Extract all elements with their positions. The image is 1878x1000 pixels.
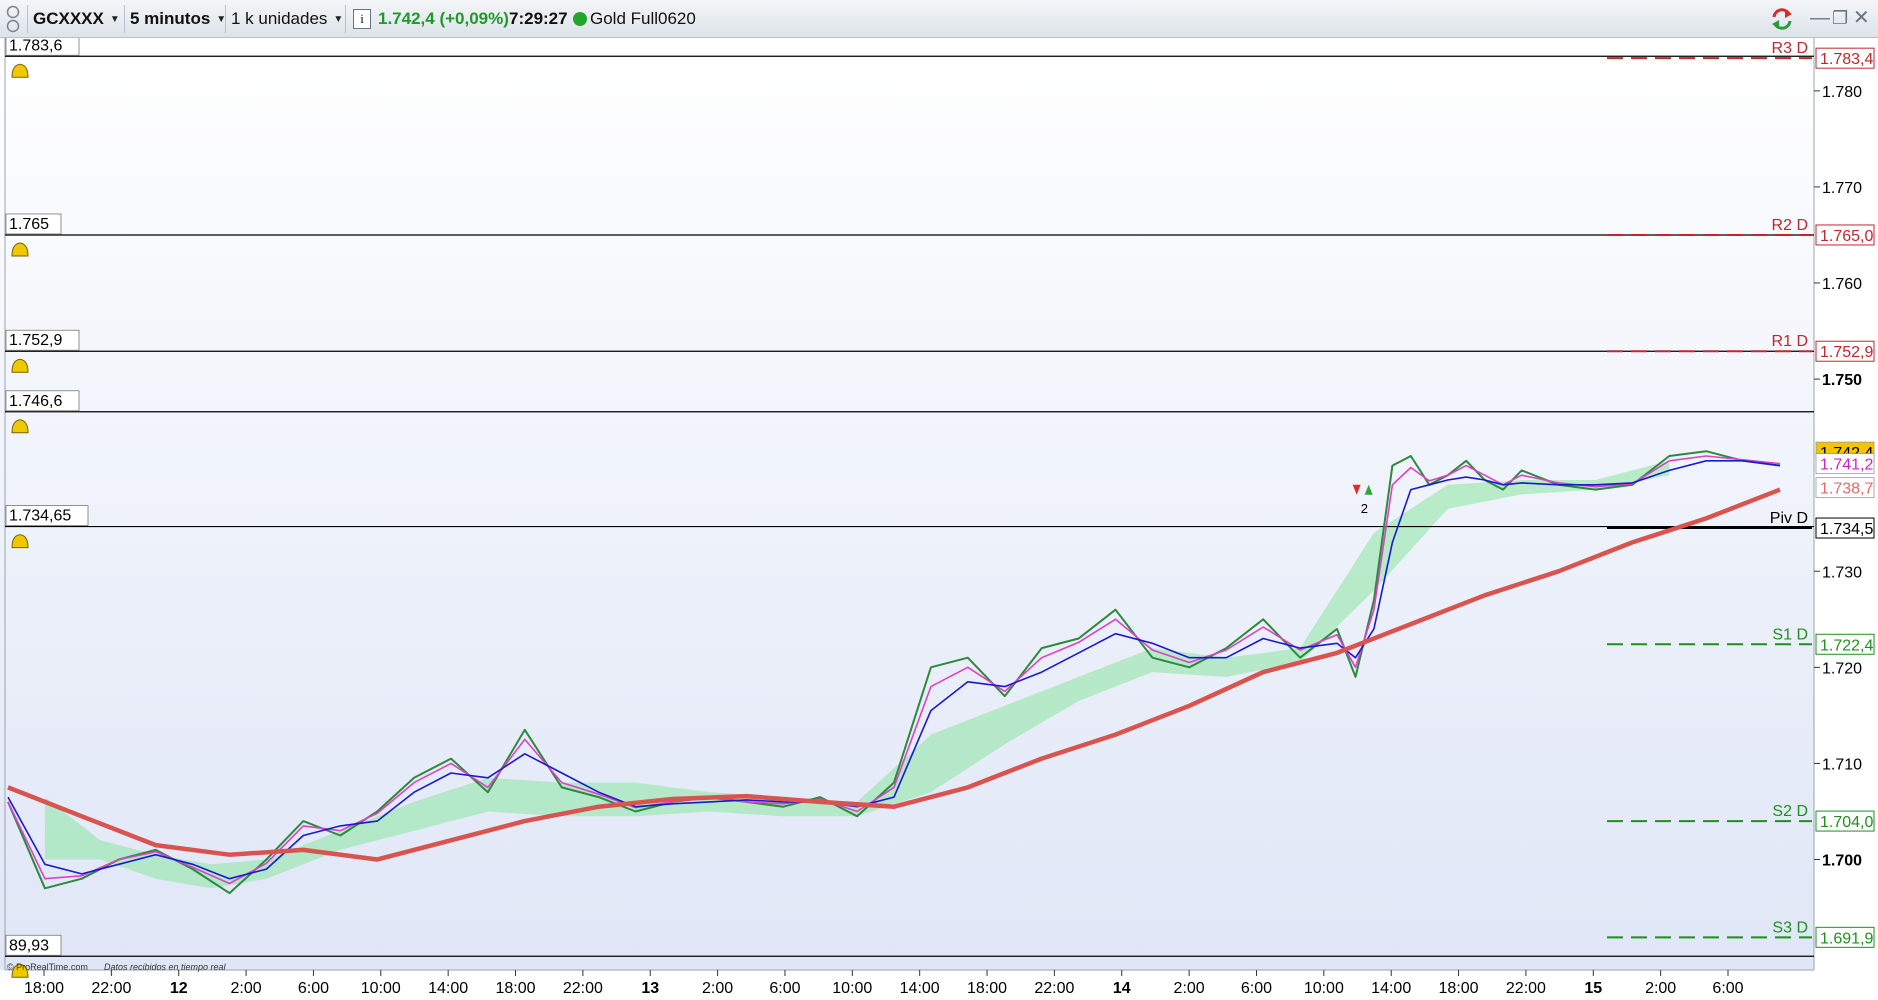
price-chart[interactable]: 1.783,61.7651.752,91.746,61.734,6589,93 … [0,38,1878,1000]
alert-label: 1.752,9 [9,332,62,349]
x-tick-label: 22:00 [91,980,131,997]
pivot-name: S2 D [1772,803,1808,820]
time-axis: 18:00 22:00 12 2:00 6:00 10:00 14:00 18:00 22:00… [24,970,1744,997]
alert-label: 1.734,65 [9,508,71,525]
symbol-label: GCXXXX [33,9,104,28]
x-tick-label: 6:00 [298,980,329,997]
x-tick-label: 18:00 [967,980,1007,997]
symbol-selector[interactable]: GCXXXX ▼ [33,6,120,32]
y-tick-label: 1.770 [1822,180,1862,197]
pivot-value: 1.691,9 [1820,930,1873,947]
y-tick-label: 1.730 [1822,564,1862,581]
x-tick-label: 14 [1113,980,1131,997]
x-tick-label: 14:00 [900,980,940,997]
x-tick-label: 2:00 [702,980,733,997]
price-change: 1.742,4 (+0,09%) [378,9,509,28]
restore-icon[interactable]: ❐ [1832,6,1848,30]
y-tick-label: 1.750 [1822,372,1862,389]
minimize-icon[interactable]: — [1810,6,1830,30]
x-tick-label: 10:00 [832,980,872,997]
pivot-value: 1.752,9 [1820,344,1873,361]
x-tick-label: 18:00 [24,980,64,997]
chart-toolbar: GCXXXX ▼ 5 minutos ▼ 1 k unidades ▼ i 1.742… [0,0,1878,38]
close-icon[interactable]: ✕ [1853,6,1870,30]
x-tick-label: 15 [1584,980,1602,997]
footer-status: Datos recibidos en tiempo real [104,962,227,972]
grip-icon[interactable] [5,3,21,35]
refresh-icon[interactable] [1769,6,1795,32]
alert-label: 1.746,6 [9,393,62,410]
timeframe-selector[interactable]: 5 minutos ▼ [130,6,226,32]
x-tick-label: 22:00 [1506,980,1546,997]
x-tick-label: 6:00 [1712,980,1743,997]
footer-credit: © ProRealTime.com [7,962,88,972]
alert-label: 1.783,6 [9,38,62,54]
price-badge-label: 1.738,7 [1820,481,1873,498]
pivot-name: R1 D [1772,333,1808,350]
y-tick-label: 1.700 [1822,853,1862,870]
pivot-value: 1.704,0 [1820,814,1873,831]
price-axis: 1.780 1.770 1.760 1.750 1.730 1.720 1.710 1.700 [1814,84,1862,870]
contract-label: Gold Full0620 [590,9,696,28]
x-tick-label: 12 [170,980,188,997]
x-tick-label: 2:00 [1174,980,1205,997]
price-badges: 1.742,41.741,21.738,7 [1815,441,1875,499]
units-label: 1 k unidades [231,9,328,28]
dropdown-icon: ▼ [333,13,344,25]
y-tick-label: 1.780 [1822,84,1862,101]
x-tick-label: 6:00 [1241,980,1272,997]
pivot-value: 1.765,0 [1820,228,1873,245]
pivot-name: R3 D [1772,40,1808,57]
pivot-value: 1.783,4 [1820,51,1873,68]
plot-background [0,38,1814,970]
clock-time: 7:29:27 [509,9,568,28]
alert-label: 1.765 [9,216,49,233]
y-tick-label: 1.710 [1822,756,1862,773]
pivot-name: S3 D [1772,919,1808,936]
units-selector[interactable]: 1 k unidades ▼ [231,6,343,32]
dropdown-icon: ▼ [109,13,120,25]
x-tick-label: 14:00 [428,980,468,997]
info-icon[interactable]: i [353,9,371,29]
y-tick-label: 1.720 [1822,660,1862,677]
pivot-name: Piv D [1770,510,1808,527]
timeframe-label: 5 minutos [130,9,211,28]
pivot-name: S1 D [1772,626,1808,643]
x-tick-label: 2:00 [231,980,262,997]
alert-label: 89,93 [9,937,49,954]
x-tick-label: 10:00 [1304,980,1344,997]
pivot-name: R2 D [1772,217,1808,234]
trade-count: 2 [1361,501,1368,516]
x-tick-label: 18:00 [1439,980,1479,997]
x-tick-label: 2:00 [1645,980,1676,997]
y-tick-label: 1.760 [1822,276,1862,293]
x-tick-label: 13 [641,980,659,997]
x-tick-label: 22:00 [563,980,603,997]
x-tick-label: 22:00 [1034,980,1074,997]
pivot-value: 1.722,4 [1820,637,1873,654]
price-badge-label: 1.741,2 [1820,457,1873,474]
status-dot [573,12,587,26]
x-tick-label: 6:00 [769,980,800,997]
pivot-value: 1.734,5 [1820,521,1873,538]
x-tick-label: 10:00 [361,980,401,997]
x-tick-label: 14:00 [1371,980,1411,997]
x-tick-label: 18:00 [495,980,535,997]
